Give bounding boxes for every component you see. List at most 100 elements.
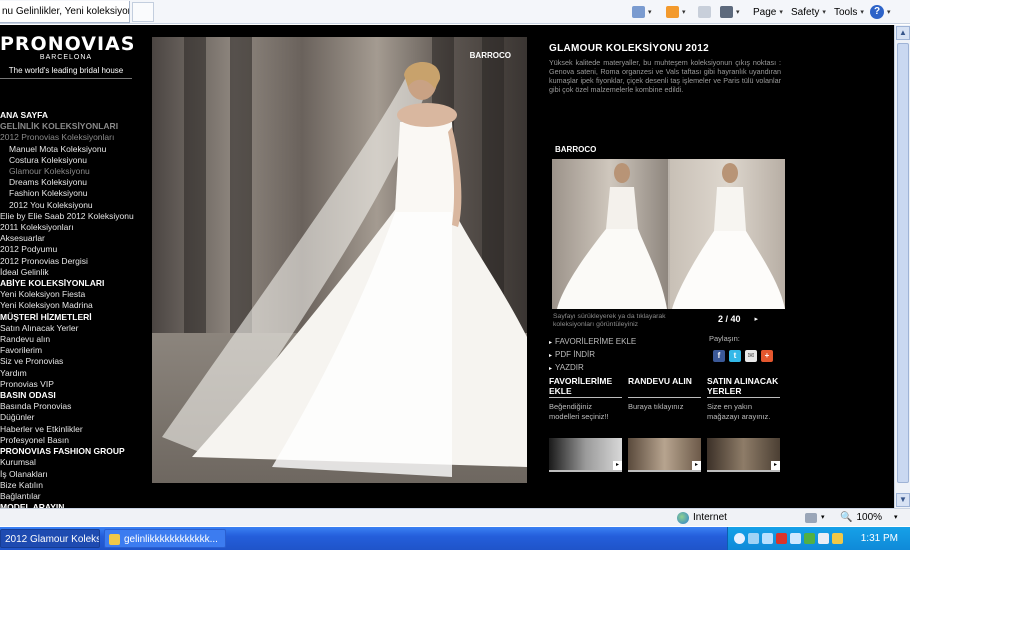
play-icon: ▸	[692, 461, 701, 470]
nav-item[interactable]: Haberler ve Etkinlikler	[0, 424, 148, 435]
taskbar-task-label: 2012 Glamour Koleksi...	[5, 534, 99, 545]
triangle-right-icon: ▸	[549, 353, 553, 359]
nav-item[interactable]: 2012 You Koleksiyonu	[0, 200, 148, 211]
new-tab-button[interactable]	[132, 2, 154, 22]
facebook-icon[interactable]: f	[713, 350, 725, 362]
sync-icon[interactable]	[790, 533, 801, 544]
nav-item[interactable]: Siz ve Pronovias	[0, 356, 148, 367]
page-menu[interactable]: Page ▾	[753, 0, 783, 24]
taskbar-task-browser[interactable]: 2012 Glamour Koleksi...	[0, 529, 100, 548]
nav-item[interactable]: Kurumsal	[0, 457, 148, 468]
home-button[interactable]: ▾	[632, 0, 652, 24]
scroll-up-icon[interactable]: ▲	[896, 26, 910, 40]
triangle-right-icon: ▸	[549, 366, 553, 372]
nav-item[interactable]: Favorilerim	[0, 345, 148, 356]
gallery-image-front[interactable]	[669, 159, 785, 309]
scrollbar-thumb[interactable]	[897, 43, 909, 483]
back-icon[interactable]	[734, 533, 745, 544]
browser-command-bar: nu Gelinlikler, Yeni koleksiyon ... ▾ ▾ …	[0, 0, 910, 24]
browser-tab[interactable]: nu Gelinlikler, Yeni koleksiyon ...	[0, 1, 130, 23]
nav-item[interactable]: Profesyonel Basın	[0, 435, 148, 446]
site-brand[interactable]: PRONOVIAS BARCELONA The world's leading …	[0, 33, 140, 79]
collection-description: Yüksek kalitede materyaller, bu muhteşem…	[549, 58, 781, 94]
nav-item[interactable]: 2011 Koleksiyonları	[0, 222, 148, 233]
home-icon	[632, 6, 645, 18]
safety-menu[interactable]: Safety ▾	[791, 0, 826, 24]
promo-stores-image[interactable]: ▸	[707, 438, 780, 472]
nav-item[interactable]: MÜŞTERİ HİZMETLERİ	[0, 312, 148, 323]
zoom-icon: 🔍	[840, 512, 853, 523]
print-link[interactable]: ▸ YAZDIR	[549, 362, 636, 375]
taskbar-task-folder[interactable]: gelinlikkkkkkkkkkkk...	[104, 529, 226, 548]
promo-appointment-image[interactable]: ▸	[628, 438, 701, 472]
promo-favorites-text: Beğendiğiniz modelleri seçiniz!!	[549, 402, 609, 421]
gallery-carousel[interactable]	[552, 159, 785, 309]
nav-item[interactable]: Bize Katılın	[0, 480, 148, 491]
nav-item[interactable]: Glamour Koleksiyonu	[0, 166, 148, 177]
help-icon: ?	[870, 5, 884, 19]
nav-item[interactable]: Basında Pronovias	[0, 401, 148, 412]
tools-menu-label: Tools	[834, 6, 858, 18]
gallery-dress-back	[557, 163, 667, 309]
help-menu[interactable]: ? ▾	[870, 0, 891, 24]
nav-item[interactable]: Bağlantılar	[0, 491, 148, 502]
promo-favorites-image[interactable]: ▸	[549, 438, 622, 472]
nav-item[interactable]: Fashion Koleksiyonu	[0, 188, 148, 199]
gallery-model-name: BARROCO	[555, 145, 597, 154]
nav-item[interactable]: Yeni Koleksiyon Fiesta	[0, 289, 148, 300]
system-tray: 1:31 PM	[727, 527, 910, 550]
page-scrollbar[interactable]: ▲ ▼	[894, 25, 910, 508]
nav-item[interactable]: ANA SAYFA	[0, 110, 148, 121]
nav-item[interactable]: Aksesuarlar	[0, 233, 148, 244]
nav-item[interactable]: 2012 Pronovias Dergisi	[0, 256, 148, 267]
protected-mode-button[interactable]: ▾	[805, 509, 825, 527]
download-pdf-link[interactable]: ▸ PDF İNDİR	[549, 349, 636, 362]
add-to-favorites-link[interactable]: ▸ FAVORİLERİME EKLE	[549, 336, 636, 349]
nav-item[interactable]: GELİNLİK KOLEKSİYONLARI	[0, 121, 148, 132]
nav-item[interactable]: Costura Koleksiyonu	[0, 155, 148, 166]
twitter-icon[interactable]: t	[729, 350, 741, 362]
promo-appointment[interactable]: RANDEVU ALIN Buraya tıklayınız ▸	[628, 376, 701, 472]
network-icon[interactable]	[748, 533, 759, 544]
security-zone: Internet	[677, 509, 727, 527]
nav-item[interactable]: Satın Alınacak Yerler	[0, 323, 148, 334]
nav-item[interactable]: Dreams Koleksiyonu	[0, 177, 148, 188]
safety-menu-label: Safety	[791, 6, 820, 18]
hero-image[interactable]: BARROCO	[152, 37, 527, 483]
scroll-down-icon[interactable]: ▼	[896, 493, 910, 507]
nav-item[interactable]: İdeal Gelinlik	[0, 267, 148, 278]
nav-item[interactable]: Düğünler	[0, 412, 148, 423]
tools-menu[interactable]: Tools ▾	[834, 0, 864, 24]
nav-item[interactable]: Manuel Mota Koleksiyonu	[0, 144, 148, 155]
nav-item[interactable]: 2012 Podyumu	[0, 244, 148, 255]
promo-favorites[interactable]: FAVORİLERİME EKLE Beğendiğiniz modelleri…	[549, 376, 622, 472]
promo-stores[interactable]: SATIN ALINACAK YERLER Size en yakın mağa…	[707, 376, 780, 472]
nav-item[interactable]: 2012 Pronovias Koleksiyonları	[0, 132, 148, 143]
bluetooth-icon[interactable]	[762, 533, 773, 544]
gallery-next-button[interactable]: ▸	[755, 315, 759, 323]
volume-icon[interactable]	[818, 533, 829, 544]
plus-icon[interactable]: +	[761, 350, 773, 362]
read-mail-button[interactable]	[698, 0, 711, 24]
print-button[interactable]: ▾	[720, 0, 740, 24]
gallery-image-back[interactable]	[552, 159, 668, 309]
zoom-button[interactable]: 🔍 100% ▾	[840, 509, 898, 527]
nav-item[interactable]: İş Olanakları	[0, 469, 148, 480]
mail-icon	[698, 6, 711, 18]
email-icon[interactable]: ✉	[745, 350, 757, 362]
nav-item[interactable]: BASIN ODASI	[0, 390, 148, 401]
nav-item[interactable]: PRONOVIAS FASHION GROUP	[0, 446, 148, 457]
folder-icon	[109, 533, 120, 545]
update-icon[interactable]	[804, 533, 815, 544]
nav-item[interactable]: Randevu alın	[0, 334, 148, 345]
antivirus-icon[interactable]	[776, 533, 787, 544]
taskbar-task-label: gelinlikkkkkkkkkkkk...	[124, 534, 218, 545]
nav-item[interactable]: Yeni Koleksiyon Madrina	[0, 300, 148, 311]
feeds-button[interactable]: ▾	[666, 0, 686, 24]
nav-item[interactable]: Pronovias VIP	[0, 379, 148, 390]
device-icon[interactable]	[832, 533, 843, 544]
nav-item[interactable]: Yardım	[0, 368, 148, 379]
nav-item[interactable]: ABİYE KOLEKSİYONLARI	[0, 278, 148, 289]
nav-item[interactable]: Elie by Elie Saab 2012 Koleksiyonu	[0, 211, 148, 222]
triangle-right-icon: ▸	[549, 340, 553, 346]
